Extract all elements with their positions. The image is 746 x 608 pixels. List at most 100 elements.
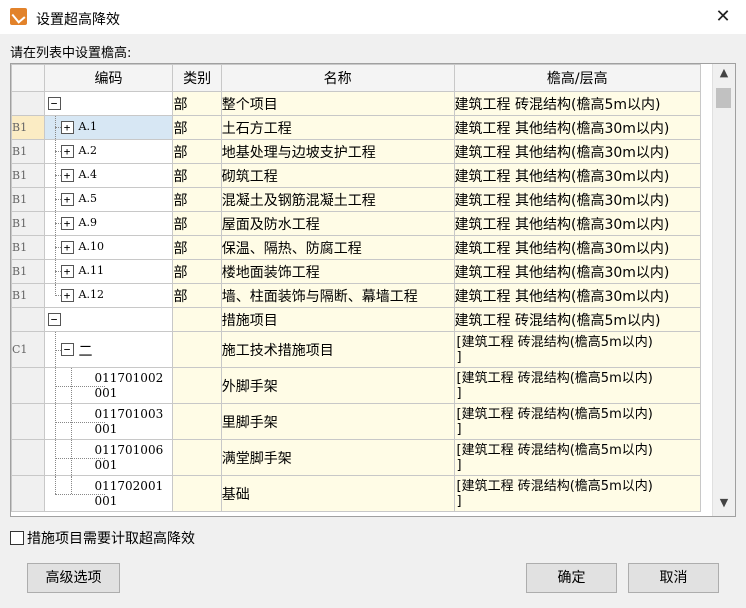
code-cell[interactable]: + A.5 [43, 187, 174, 212]
code-cell[interactable]: + A.11 [43, 259, 174, 284]
code-cell[interactable]: 011701006 001 [43, 439, 174, 476]
eave-height-cell[interactable]: 建筑工程 其他结构(檐高30m以内) [453, 139, 702, 164]
expand-icon[interactable]: + [60, 193, 74, 206]
name-cell[interactable]: 里脚手架 [220, 403, 455, 440]
name-cell[interactable]: 基础 [220, 475, 455, 512]
name-cell[interactable]: 墙、柱面装饰与隔断、幕墙工程 [220, 283, 455, 308]
type-cell[interactable]: 部 [172, 283, 222, 308]
expand-icon[interactable]: + [60, 265, 74, 278]
name-cell[interactable]: 保温、隔热、防腐工程 [220, 235, 455, 260]
expand-icon[interactable]: + [60, 121, 74, 134]
expand-icon[interactable]: + [60, 289, 74, 302]
name-cell[interactable]: 砌筑工程 [220, 163, 455, 188]
name-cell[interactable]: 土石方工程 [220, 115, 455, 140]
table-row[interactable]: − 措施项目 建筑工程 砖混结构(檐高5m以内) [11, 307, 702, 332]
table-row[interactable]: B1 + A.11 部楼地面装饰工程 建筑工程 其他结构(檐高30m以内) [11, 259, 702, 284]
code-cell[interactable]: 011701003 001 [43, 403, 174, 440]
table-row[interactable]: B1 + A.10 部保温、隔热、防腐工程 建筑工程 其他结构(檐高30m以内) [11, 235, 702, 260]
measures-checkbox[interactable] [10, 531, 24, 545]
eave-height-cell[interactable]: 建筑工程 其他结构(檐高30m以内) [453, 187, 702, 212]
type-cell[interactable]: 部 [172, 115, 222, 140]
scroll-down-arrow-icon[interactable]: ▼ [713, 496, 735, 514]
type-cell[interactable]: 部 [172, 139, 222, 164]
type-cell[interactable] [172, 331, 222, 368]
collapse-icon[interactable]: − [60, 343, 74, 356]
code-cell[interactable]: + A.12 [43, 283, 174, 308]
table-row[interactable]: B1 + A.4 部砌筑工程 建筑工程 其他结构(檐高30m以内) [11, 163, 702, 188]
table-row[interactable]: 011701002 001 外脚手架 [建筑工程 砖混结构(檐高5m以内) ] [11, 367, 702, 404]
scroll-up-arrow-icon[interactable]: ▲ [713, 66, 735, 84]
code-cell[interactable]: + A.1 [43, 115, 174, 140]
scroll-thumb[interactable] [716, 88, 731, 108]
table-row[interactable]: 011701003 001 里脚手架 [建筑工程 砖混结构(檐高5m以内) ] [11, 403, 702, 440]
type-cell[interactable]: 部 [172, 211, 222, 236]
column-header-type[interactable]: 类别 [172, 64, 222, 92]
name-cell[interactable]: 地基处理与边坡支护工程 [220, 139, 455, 164]
column-header-height[interactable]: 檐高/层高 [453, 64, 702, 92]
name-cell[interactable]: 施工技术措施项目 [220, 331, 455, 368]
eave-height-cell[interactable]: 建筑工程 砖混结构(檐高5m以内) [453, 307, 702, 332]
expand-icon[interactable]: + [60, 145, 74, 158]
table-row[interactable]: B1 + A.1 部土石方工程 建筑工程 其他结构(檐高30m以内) [11, 115, 702, 140]
type-cell[interactable]: 部 [172, 187, 222, 212]
collapse-icon[interactable]: − [47, 313, 61, 326]
type-cell[interactable] [172, 307, 222, 332]
eave-height-cell[interactable]: [建筑工程 砖混结构(檐高5m以内) ] [453, 403, 702, 440]
name-cell[interactable]: 屋面及防水工程 [220, 211, 455, 236]
name-cell[interactable]: 楼地面装饰工程 [220, 259, 455, 284]
type-cell[interactable] [172, 439, 222, 476]
table-row[interactable]: 011701006 001 满堂脚手架 [建筑工程 砖混结构(檐高5m以内) ] [11, 439, 702, 476]
advanced-options-button[interactable]: 高级选项 [27, 563, 120, 593]
eave-height-cell[interactable]: 建筑工程 其他结构(檐高30m以内) [453, 283, 702, 308]
table-row[interactable]: B1 + A.9 部屋面及防水工程 建筑工程 其他结构(檐高30m以内) [11, 211, 702, 236]
code-cell[interactable]: − [43, 91, 174, 116]
expand-icon[interactable]: + [60, 241, 74, 254]
code-cell[interactable]: − [43, 307, 174, 332]
column-header-code[interactable]: 编码 [43, 64, 174, 92]
type-cell[interactable]: 部 [172, 91, 222, 116]
type-cell[interactable] [172, 475, 222, 512]
type-cell[interactable] [172, 367, 222, 404]
code-cell[interactable]: + A.9 [43, 211, 174, 236]
code-cell[interactable]: 011701002 001 [43, 367, 174, 404]
code-cell[interactable]: − 二 [43, 331, 174, 368]
type-cell[interactable] [172, 403, 222, 440]
measures-checkbox-row[interactable]: 措施项目需要计取超高降效 [10, 528, 195, 548]
eave-height-cell[interactable]: [建筑工程 砖混结构(檐高5m以内) ] [453, 475, 702, 512]
eave-height-cell[interactable]: [建筑工程 砖混结构(檐高5m以内) ] [453, 367, 702, 404]
eave-height-cell[interactable]: 建筑工程 其他结构(檐高30m以内) [453, 115, 702, 140]
eave-height-cell[interactable]: 建筑工程 其他结构(檐高30m以内) [453, 211, 702, 236]
cancel-button[interactable]: 取消 [628, 563, 719, 593]
table-row[interactable]: B1 + A.12 部墙、柱面装饰与隔断、幕墙工程 建筑工程 其他结构(檐高30m以内) [11, 283, 702, 308]
name-cell[interactable]: 外脚手架 [220, 367, 455, 404]
code-cell[interactable]: + A.2 [43, 139, 174, 164]
code-cell[interactable]: 011702001 001 [43, 475, 174, 512]
close-button[interactable]: ✕ [700, 0, 746, 34]
table-row[interactable]: B1 + A.2 部地基处理与边坡支护工程 建筑工程 其他结构(檐高30m以内) [11, 139, 702, 164]
eave-height-cell[interactable]: 建筑工程 其他结构(檐高30m以内) [453, 163, 702, 188]
eave-height-cell[interactable]: 建筑工程 其他结构(檐高30m以内) [453, 235, 702, 260]
table-row[interactable]: 011702001 001 基础 [建筑工程 砖混结构(檐高5m以内) ] [11, 475, 702, 512]
code-cell[interactable]: + A.10 [43, 235, 174, 260]
collapse-icon[interactable]: − [47, 97, 61, 110]
ok-button[interactable]: 确定 [526, 563, 617, 593]
name-cell[interactable]: 措施项目 [220, 307, 455, 332]
eave-height-cell[interactable]: 建筑工程 砖混结构(檐高5m以内) [453, 91, 702, 116]
type-cell[interactable]: 部 [172, 259, 222, 284]
eave-height-cell[interactable]: [建筑工程 砖混结构(檐高5m以内) ] [453, 439, 702, 476]
table-row[interactable]: − 部整个项目 建筑工程 砖混结构(檐高5m以内) [11, 91, 702, 116]
expand-icon[interactable]: + [60, 169, 74, 182]
name-cell[interactable]: 整个项目 [220, 91, 455, 116]
vertical-scrollbar[interactable]: ▲ ▼ [712, 64, 735, 516]
table-row[interactable]: B1 + A.5 部混凝土及钢筋混凝土工程 建筑工程 其他结构(檐高30m以内) [11, 187, 702, 212]
expand-icon[interactable]: + [60, 217, 74, 230]
name-cell[interactable]: 混凝土及钢筋混凝土工程 [220, 187, 455, 212]
table-row[interactable]: C1− 二施工技术措施项目 [建筑工程 砖混结构(檐高5m以内) ] [11, 331, 702, 368]
eave-height-cell[interactable]: [建筑工程 砖混结构(檐高5m以内) ] [453, 331, 702, 368]
code-cell[interactable]: + A.4 [43, 163, 174, 188]
column-header-name[interactable]: 名称 [220, 64, 455, 92]
type-cell[interactable]: 部 [172, 235, 222, 260]
name-cell[interactable]: 满堂脚手架 [220, 439, 455, 476]
type-cell[interactable]: 部 [172, 163, 222, 188]
eave-height-cell[interactable]: 建筑工程 其他结构(檐高30m以内) [453, 259, 702, 284]
